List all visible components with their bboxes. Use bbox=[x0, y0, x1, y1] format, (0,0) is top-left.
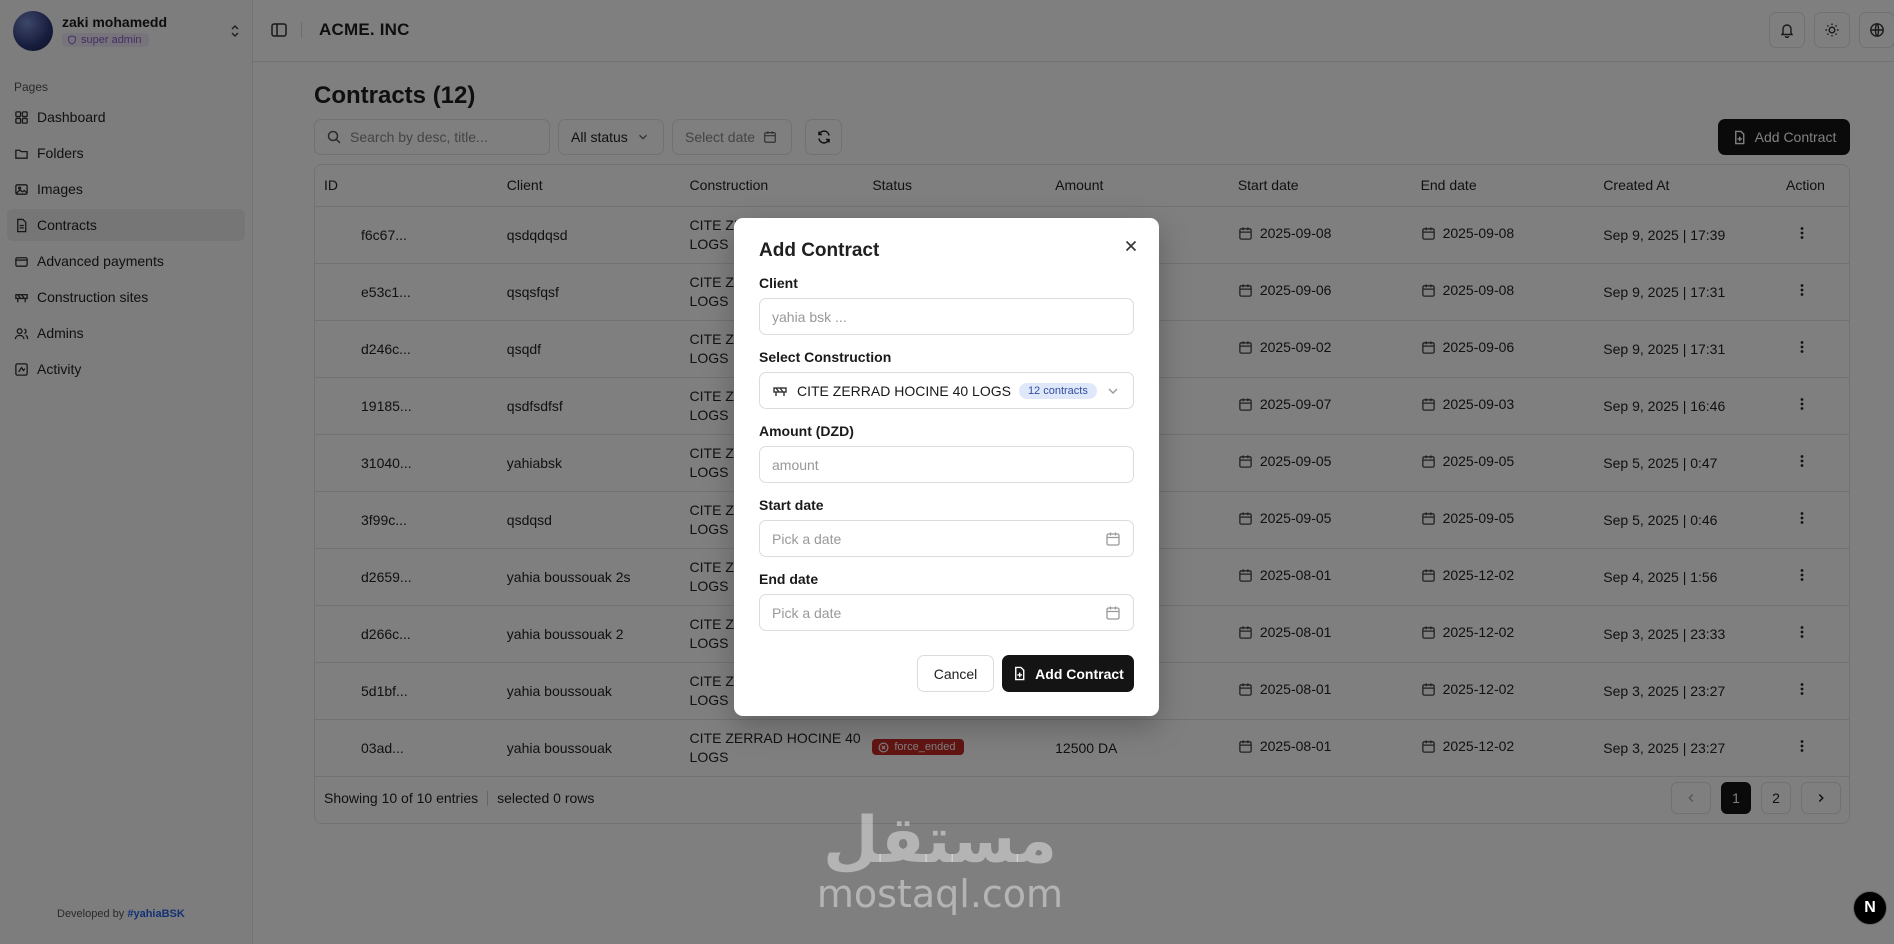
client-label: Client bbox=[759, 275, 798, 291]
construction-icon bbox=[773, 386, 787, 396]
calendar-icon bbox=[1106, 606, 1120, 620]
amount-label: Amount (DZD) bbox=[759, 423, 854, 439]
construction-value: CITE ZERRAD HOCINE 40 LOGS bbox=[797, 382, 1011, 399]
client-placeholder: yahia bsk ... bbox=[772, 308, 847, 325]
watermark: مستقل mostaql.com bbox=[790, 808, 1090, 914]
end-date-picker[interactable]: Pick a date bbox=[759, 594, 1134, 631]
client-input[interactable]: yahia bsk ... bbox=[759, 298, 1134, 335]
file-plus-icon bbox=[1015, 666, 1025, 681]
submit-label: Add Contract bbox=[1035, 665, 1124, 682]
start-date-label: Start date bbox=[759, 497, 824, 513]
start-date-placeholder: Pick a date bbox=[772, 530, 842, 547]
end-date-placeholder: Pick a date bbox=[772, 604, 842, 621]
end-date-label: End date bbox=[759, 571, 819, 587]
watermark-arabic: مستقل bbox=[822, 804, 1058, 878]
calendar-icon bbox=[1106, 532, 1120, 546]
add-contract-dialog: Add Contract Client yahia bsk ... Select… bbox=[734, 218, 1159, 716]
dev-tools-badge[interactable]: N bbox=[1853, 891, 1887, 925]
start-date-picker[interactable]: Pick a date bbox=[759, 520, 1134, 557]
cancel-button[interactable]: Cancel bbox=[917, 655, 994, 692]
submit-add-contract-button[interactable]: Add Contract bbox=[1002, 655, 1134, 692]
amount-placeholder: amount bbox=[772, 456, 819, 473]
watermark-latin: mostaql.com bbox=[816, 872, 1064, 916]
construction-label: Select Construction bbox=[759, 349, 892, 365]
amount-input[interactable]: amount bbox=[759, 446, 1134, 483]
construction-select[interactable]: CITE ZERRAD HOCINE 40 LOGS 12 contracts bbox=[759, 372, 1134, 409]
dialog-title: Add Contract bbox=[759, 240, 880, 261]
contracts-count-badge: 12 contracts bbox=[1018, 382, 1097, 399]
close-icon[interactable] bbox=[1121, 236, 1141, 256]
chevron-down-icon bbox=[1108, 388, 1118, 394]
